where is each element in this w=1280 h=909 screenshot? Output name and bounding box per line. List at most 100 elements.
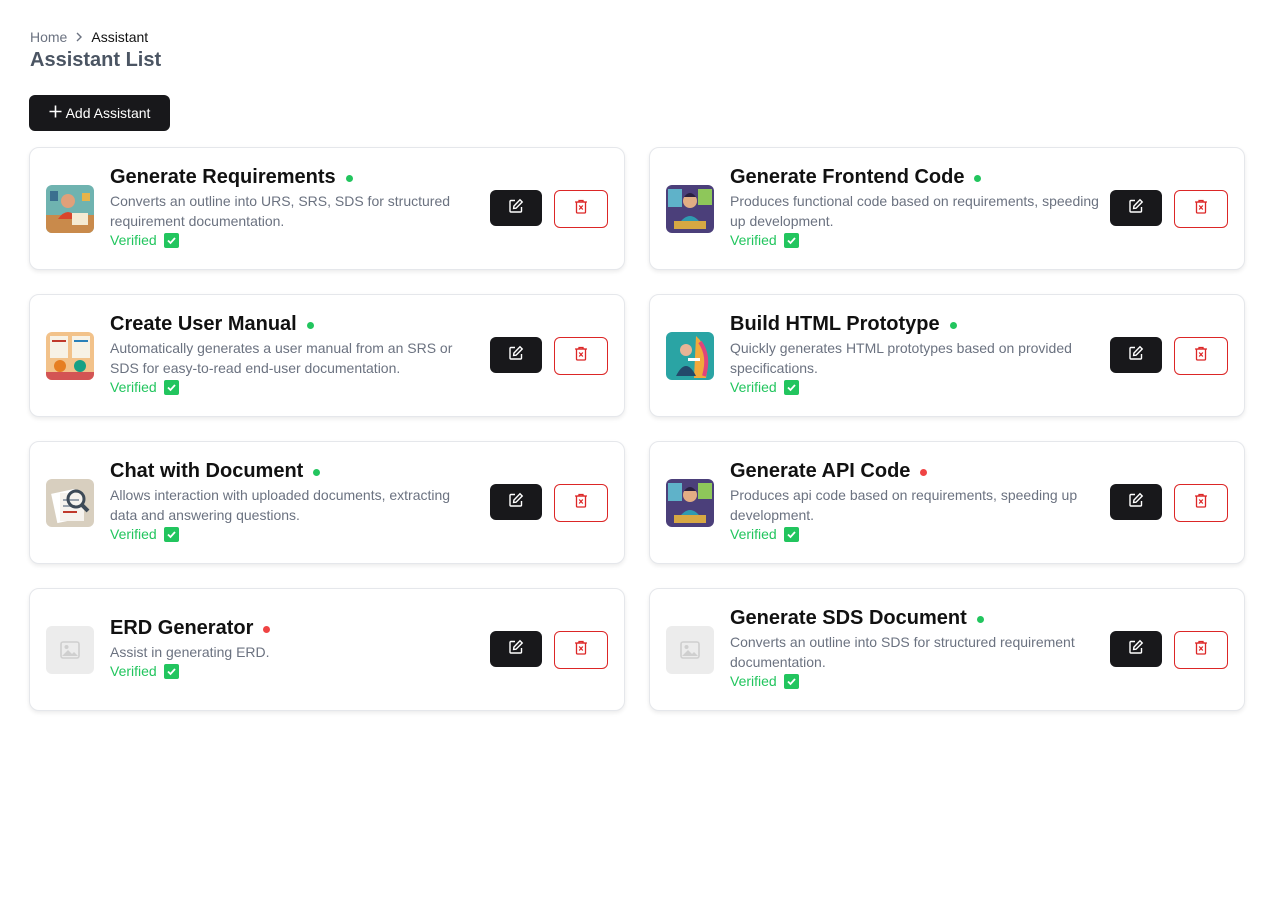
illustration-manual-icon: [46, 332, 94, 380]
verified-label: Verified: [110, 526, 157, 542]
assistant-title: Generate Requirements: [110, 166, 336, 188]
verified-badge: Verified: [110, 526, 480, 542]
status-active-dot-icon: [974, 175, 982, 182]
delete-button[interactable]: [554, 631, 608, 669]
breadcrumb: Home Assistant: [30, 29, 148, 45]
assistant-description: Produces api code based on requirements,…: [730, 487, 1078, 523]
assistant-title-row: Chat with Document: [110, 460, 480, 483]
status-active-dot-icon: [976, 616, 984, 623]
assistant-title-row: Generate SDS Document: [730, 607, 1100, 630]
verified-badge: Verified: [730, 673, 1100, 689]
delete-button[interactable]: [1174, 337, 1228, 375]
assistant-info: Generate SDS Document Converts an outlin…: [730, 607, 1100, 689]
check-icon: [783, 526, 799, 542]
assistant-card: Chat with Document Allows interaction wi…: [29, 441, 625, 564]
assistant-description: Automatically generates a user manual fr…: [110, 340, 453, 376]
assistant-title-row: Generate API Code: [730, 460, 1100, 483]
page-title: Assistant List: [30, 49, 162, 71]
trash-icon: [574, 346, 588, 366]
edit-icon: [1128, 639, 1144, 660]
trash-icon: [574, 640, 588, 660]
assistant-card: Create User Manual Automatically generat…: [29, 294, 625, 417]
assistant-info: Generate API Code Produces api code base…: [730, 460, 1100, 542]
edit-icon: [1128, 492, 1144, 513]
edit-button[interactable]: [1110, 484, 1162, 520]
trash-icon: [574, 493, 588, 513]
assistant-description: Allows interaction with uploaded documen…: [110, 487, 451, 523]
delete-button[interactable]: [554, 190, 608, 228]
assistant-card: ERD Generator Assist in generating ERD. …: [29, 588, 625, 711]
assistant-card: Generate API Code Produces api code base…: [649, 441, 1245, 564]
assistant-info: Generate Requirements Converts an outlin…: [110, 166, 480, 248]
status-active-dot-icon: [306, 322, 314, 329]
assistant-title: Generate API Code: [730, 460, 911, 482]
assistant-title-row: ERD Generator: [110, 617, 480, 640]
trash-icon: [1194, 640, 1208, 660]
assistant-description: Assist in generating ERD.: [110, 644, 270, 660]
check-icon: [163, 526, 179, 542]
edit-button[interactable]: [490, 631, 542, 667]
illustration-artist-icon: [666, 332, 714, 380]
verified-label: Verified: [110, 232, 157, 248]
delete-button[interactable]: [1174, 484, 1228, 522]
add-assistant-label: Add Assistant: [65, 105, 151, 121]
add-assistant-button[interactable]: Add Assistant: [29, 95, 170, 131]
verified-label: Verified: [730, 379, 777, 395]
trash-icon: [1194, 346, 1208, 366]
assistant-info: Chat with Document Allows interaction wi…: [110, 460, 480, 542]
status-inactive-dot-icon: [920, 469, 928, 476]
illustration-coder-icon: [666, 185, 714, 233]
assistant-title: ERD Generator: [110, 617, 254, 639]
verified-badge: Verified: [110, 379, 480, 395]
assistant-description: Quickly generates HTML prototypes based …: [730, 340, 1072, 376]
status-active-dot-icon: [949, 322, 957, 329]
trash-icon: [574, 199, 588, 219]
assistant-info: Create User Manual Automatically generat…: [110, 313, 480, 395]
assistant-card: Generate Requirements Converts an outlin…: [29, 147, 625, 270]
image-placeholder-icon: [666, 626, 714, 674]
image-placeholder-icon: [46, 626, 94, 674]
edit-icon: [508, 345, 524, 366]
breadcrumb-current: Assistant: [91, 29, 149, 45]
delete-button[interactable]: [1174, 190, 1228, 228]
verified-label: Verified: [730, 673, 777, 689]
assistant-info: ERD Generator Assist in generating ERD. …: [110, 617, 480, 679]
assistant-info: Generate Frontend Code Produces function…: [730, 166, 1100, 248]
assistant-title: Build HTML Prototype: [730, 313, 940, 335]
edit-button[interactable]: [490, 484, 542, 520]
edit-button[interactable]: [490, 337, 542, 373]
verified-badge: Verified: [730, 526, 1100, 542]
edit-button[interactable]: [1110, 631, 1162, 667]
check-icon: [783, 673, 799, 689]
assistant-title-row: Generate Requirements: [110, 166, 480, 189]
assistant-title-row: Generate Frontend Code: [730, 166, 1100, 189]
delete-button[interactable]: [1174, 631, 1228, 669]
assistant-title-row: Create User Manual: [110, 313, 480, 336]
illustration-coder-icon: [666, 479, 714, 527]
trash-icon: [1194, 199, 1208, 219]
assistant-grid: Generate Requirements Converts an outlin…: [29, 147, 1245, 711]
assistant-card: Generate SDS Document Converts an outlin…: [649, 588, 1245, 711]
edit-icon: [1128, 198, 1144, 219]
chevron-right-icon: [75, 32, 83, 42]
verified-badge: Verified: [730, 232, 1100, 248]
delete-button[interactable]: [554, 337, 608, 375]
check-icon: [163, 232, 179, 248]
illustration-person-writing-icon: [46, 185, 94, 233]
edit-button[interactable]: [1110, 337, 1162, 373]
status-active-dot-icon: [345, 175, 353, 182]
status-inactive-dot-icon: [263, 626, 271, 633]
check-icon: [163, 379, 179, 395]
assistant-info: Build HTML Prototype Quickly generates H…: [730, 313, 1100, 395]
verified-badge: Verified: [110, 663, 480, 679]
breadcrumb-home-link[interactable]: Home: [30, 29, 67, 45]
assistant-title: Chat with Document: [110, 460, 304, 482]
edit-icon: [508, 198, 524, 219]
edit-button[interactable]: [1110, 190, 1162, 226]
check-icon: [783, 379, 799, 395]
edit-button[interactable]: [490, 190, 542, 226]
delete-button[interactable]: [554, 484, 608, 522]
plus-icon: [49, 102, 62, 122]
assistant-description: Produces functional code based on requir…: [730, 193, 1099, 229]
verified-label: Verified: [730, 526, 777, 542]
